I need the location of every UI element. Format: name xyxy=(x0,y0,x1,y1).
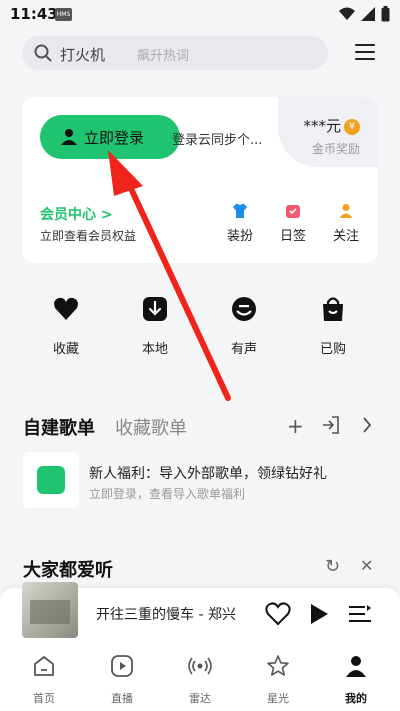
nav-radar[interactable]: 雷达 xyxy=(170,654,230,706)
star-icon xyxy=(267,655,289,676)
heart-icon xyxy=(54,297,78,320)
function-favorites[interactable]: 收藏 xyxy=(36,296,96,357)
search-bar[interactable]: 打火机 飙升热词 xyxy=(22,36,328,70)
diamond-icon xyxy=(37,466,65,494)
import-icon[interactable] xyxy=(322,416,340,434)
calendar-icon xyxy=(286,205,300,218)
hms-badge: HMS xyxy=(55,8,72,21)
live-icon xyxy=(111,655,133,677)
close-icon[interactable]: ✕ xyxy=(360,556,373,575)
download-icon xyxy=(143,297,167,321)
nav-label: 我的 xyxy=(345,692,367,705)
member-sub: 立即查看会员权益 xyxy=(40,229,137,243)
coin-rewards[interactable]: ***元 ¥ 金币奖励 xyxy=(303,115,360,157)
promo-subtitle: 立即登录，查看导入歌单福利 xyxy=(89,487,246,501)
wifi-icon xyxy=(339,7,355,20)
chevron-right-icon[interactable] xyxy=(362,417,372,433)
refresh-icon[interactable]: ↻ xyxy=(325,556,340,577)
add-playlist-icon[interactable]: + xyxy=(287,414,304,438)
function-local[interactable]: 本地 xyxy=(125,296,185,357)
bottom-nav: 首页 直播 雷达 星光 我的 xyxy=(0,644,400,711)
quick-action-follow[interactable]: 关注 xyxy=(321,203,371,244)
search-hint: 飙升热词 xyxy=(137,49,190,64)
quick-action-label: 日签 xyxy=(279,229,306,244)
search-icon xyxy=(34,44,52,62)
quick-action-dress[interactable]: 装扮 xyxy=(215,203,265,244)
bag-icon xyxy=(323,297,343,321)
like-icon[interactable] xyxy=(265,602,291,626)
status-icons xyxy=(339,6,390,22)
profile-card: 立即登录 登录云同步个... ***元 ¥ 金币奖励 会员中心 > 立即查看会员权… xyxy=(22,97,378,263)
menu-icon[interactable] xyxy=(355,44,375,62)
member-center-link[interactable]: 会员中心 > xyxy=(40,204,113,224)
promo-title[interactable]: 新人福利：导入外部歌单，领绿钻好礼 xyxy=(89,463,327,483)
quick-action-daily[interactable]: 日签 xyxy=(268,203,318,244)
coins-amount: ***元 xyxy=(303,117,341,135)
function-label: 本地 xyxy=(141,342,168,357)
album-cover[interactable] xyxy=(22,582,78,638)
function-label: 有声 xyxy=(230,342,257,357)
battery-icon xyxy=(381,6,390,22)
login-label: 立即登录 xyxy=(84,129,145,147)
promo-thumbnail[interactable] xyxy=(23,452,79,508)
shirt-icon xyxy=(233,204,247,218)
signal-icon xyxy=(361,7,375,21)
nav-label: 直播 xyxy=(111,692,133,705)
function-label: 收藏 xyxy=(52,342,79,357)
status-time: 11:43 xyxy=(10,5,58,23)
nav-mine[interactable]: 我的 xyxy=(326,654,386,706)
user-icon xyxy=(61,129,77,145)
playlist-icon[interactable] xyxy=(348,604,372,624)
coins-label: 金币奖励 xyxy=(311,142,360,156)
section-title: 大家都爱听 xyxy=(23,560,113,581)
search-keyword: 打火机 xyxy=(60,46,106,64)
nav-starlight[interactable]: 星光 xyxy=(248,654,308,706)
nav-live[interactable]: 直播 xyxy=(92,654,152,706)
nav-label: 首页 xyxy=(33,692,55,705)
audio-icon xyxy=(232,297,256,321)
status-bar: 11:43 HMS xyxy=(0,0,400,30)
nav-label: 星光 xyxy=(267,692,289,705)
nav-label: 雷达 xyxy=(189,692,211,705)
sync-text[interactable]: 登录云同步个... xyxy=(172,129,262,148)
quick-action-label: 关注 xyxy=(332,229,359,244)
home-icon xyxy=(34,656,54,676)
quick-action-label: 装扮 xyxy=(226,229,253,244)
function-audio[interactable]: 有声 xyxy=(214,296,274,357)
song-title[interactable]: 开往三重的慢车 - 郑兴 xyxy=(96,604,236,624)
coin-icon: ¥ xyxy=(344,118,360,135)
profile-icon xyxy=(346,656,366,677)
login-button[interactable]: 立即登录 xyxy=(40,115,180,159)
function-purchased[interactable]: 已购 xyxy=(303,296,363,357)
play-icon[interactable] xyxy=(308,602,330,626)
tab-my-playlists[interactable]: 自建歌单 xyxy=(23,414,95,440)
nav-home[interactable]: 首页 xyxy=(14,654,74,706)
person-icon xyxy=(339,204,353,218)
function-label: 已购 xyxy=(319,342,346,357)
tab-collected-playlists[interactable]: 收藏歌单 xyxy=(115,414,187,440)
radar-icon xyxy=(188,657,212,675)
